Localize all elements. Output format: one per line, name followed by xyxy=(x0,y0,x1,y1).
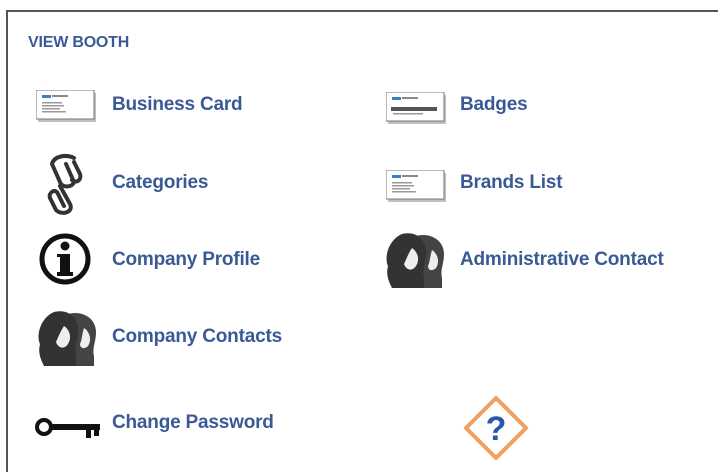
brand-card-icon[interactable] xyxy=(386,170,448,204)
administrative-contact-link[interactable]: Administrative Contact xyxy=(460,249,664,271)
info-icon[interactable] xyxy=(38,232,94,288)
brands-list-link[interactable]: Brands List xyxy=(460,172,563,194)
panel-title: VIEW BOOTH xyxy=(28,34,130,51)
business-card-icon[interactable] xyxy=(36,90,98,124)
paperclip-icon[interactable] xyxy=(44,152,88,218)
key-icon[interactable] xyxy=(34,412,104,442)
badge-icon[interactable] xyxy=(386,92,448,126)
company-contacts-link[interactable]: Company Contacts xyxy=(112,326,282,348)
view-booth-panel: VIEW BOOTH Business Card Badges Categori… xyxy=(6,10,718,472)
company-profile-link[interactable]: Company Profile xyxy=(112,249,260,271)
help-icon[interactable]: ? xyxy=(462,394,530,462)
categories-link[interactable]: Categories xyxy=(112,172,208,194)
people-icon[interactable] xyxy=(34,308,102,368)
svg-text:?: ? xyxy=(486,410,507,448)
people-icon[interactable] xyxy=(382,230,450,290)
business-card-link[interactable]: Business Card xyxy=(112,94,243,116)
change-password-link[interactable]: Change Password xyxy=(112,412,274,434)
badges-link[interactable]: Badges xyxy=(460,94,528,116)
